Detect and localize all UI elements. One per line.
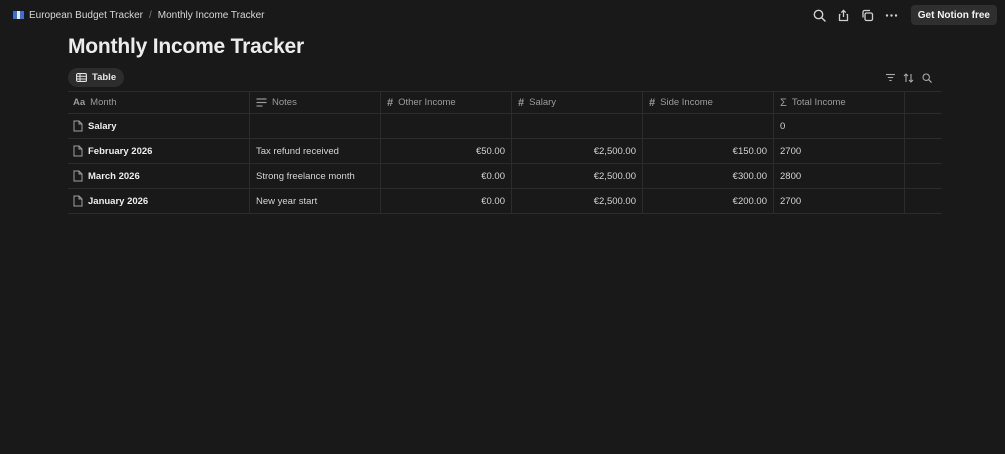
total-income-cell: 2700: [774, 189, 905, 213]
salary-cell[interactable]: €2,500.00: [512, 189, 643, 213]
total-income-cell: 2800: [774, 164, 905, 188]
column-label: Other Income: [398, 97, 456, 108]
more-icon[interactable]: [883, 6, 901, 24]
row-spacer: [905, 189, 942, 213]
tab-table-view[interactable]: Table: [68, 68, 125, 87]
number-property-icon: #: [649, 96, 656, 109]
column-label: Side Income: [660, 97, 713, 108]
page-icon: [73, 120, 83, 132]
formula-property-icon: Σ: [780, 96, 787, 109]
breadcrumb-item-european-budget-tracker[interactable]: European Budget Tracker: [29, 10, 143, 21]
side-income-cell[interactable]: €300.00: [643, 164, 774, 188]
salary-cell[interactable]: [512, 114, 643, 138]
column-header-spacer: [905, 92, 942, 113]
month-cell[interactable]: February 2026: [68, 139, 250, 163]
column-header-total-income[interactable]: Σ Total Income: [774, 92, 905, 113]
salary-cell[interactable]: €2,500.00: [512, 139, 643, 163]
number-property-icon: #: [518, 96, 525, 109]
breadcrumb: European Budget Tracker / Monthly Income…: [13, 9, 264, 21]
column-label: Month: [90, 97, 117, 108]
get-notion-free-button[interactable]: Get Notion free: [910, 5, 997, 25]
column-header-side-income[interactable]: # Side Income: [643, 92, 774, 113]
other-income-cell[interactable]: €0.00: [381, 189, 512, 213]
table-row[interactable]: March 2026 Strong freelance month €0.00 …: [68, 164, 942, 189]
month-label: March 2026: [88, 170, 140, 182]
page-title[interactable]: Monthly Income Tracker: [68, 35, 304, 59]
row-spacer: [905, 164, 942, 188]
tab-label: Table: [92, 72, 117, 83]
column-label: Notes: [272, 97, 297, 108]
other-income-cell[interactable]: €50.00: [381, 139, 512, 163]
income-table: Aa Month Notes # Other Income # Salary #…: [68, 91, 942, 214]
total-income-cell: 2700: [774, 139, 905, 163]
column-header-salary[interactable]: # Salary: [512, 92, 643, 113]
row-spacer: [905, 114, 942, 138]
row-spacer: [905, 139, 942, 163]
view-tools: [884, 71, 933, 84]
month-label: Salary: [88, 120, 117, 132]
column-header-month[interactable]: Aa Month: [68, 92, 250, 113]
flag-icon: [13, 11, 24, 19]
top-bar: European Budget Tracker / Monthly Income…: [0, 0, 1005, 30]
search-icon[interactable]: [811, 6, 829, 24]
side-income-cell[interactable]: €150.00: [643, 139, 774, 163]
text-property-icon: Aa: [73, 97, 86, 108]
breadcrumb-separator: /: [148, 9, 152, 21]
notes-cell[interactable]: Strong freelance month: [250, 164, 381, 188]
salary-cell[interactable]: €2,500.00: [512, 164, 643, 188]
column-header-other-income[interactable]: # Other Income: [381, 92, 512, 113]
table-icon: [76, 73, 87, 82]
column-header-notes[interactable]: Notes: [250, 92, 381, 113]
month-cell[interactable]: March 2026: [68, 164, 250, 188]
duplicate-icon[interactable]: [859, 6, 877, 24]
page-icon: [73, 195, 83, 207]
month-label: February 2026: [88, 145, 153, 157]
sort-icon[interactable]: [902, 71, 915, 84]
page-icon: [73, 170, 83, 182]
notes-cell[interactable]: New year start: [250, 189, 381, 213]
filter-icon[interactable]: [884, 71, 897, 84]
column-label: Total Income: [791, 97, 846, 108]
table-header-row: Aa Month Notes # Other Income # Salary #…: [68, 91, 942, 114]
other-income-cell[interactable]: [381, 114, 512, 138]
search-icon[interactable]: [920, 71, 933, 84]
other-income-cell[interactable]: €0.00: [381, 164, 512, 188]
month-cell[interactable]: January 2026: [68, 189, 250, 213]
breadcrumb-item-monthly-income-tracker[interactable]: Monthly Income Tracker: [158, 10, 265, 21]
notes-cell[interactable]: [250, 114, 381, 138]
total-income-cell: 0: [774, 114, 905, 138]
table-row[interactable]: February 2026 Tax refund received €50.00…: [68, 139, 942, 164]
notes-cell[interactable]: Tax refund received: [250, 139, 381, 163]
side-income-cell[interactable]: €200.00: [643, 189, 774, 213]
number-property-icon: #: [387, 96, 394, 109]
table-row[interactable]: Salary 0: [68, 114, 942, 139]
table-row[interactable]: January 2026 New year start €0.00 €2,500…: [68, 189, 942, 214]
lines-icon: [256, 98, 267, 107]
top-actions: Get Notion free: [805, 5, 997, 25]
column-label: Salary: [529, 97, 557, 108]
month-cell[interactable]: Salary: [68, 114, 250, 138]
page-icon: [73, 145, 83, 157]
month-label: January 2026: [88, 195, 149, 207]
share-icon[interactable]: [835, 6, 853, 24]
side-income-cell[interactable]: [643, 114, 774, 138]
